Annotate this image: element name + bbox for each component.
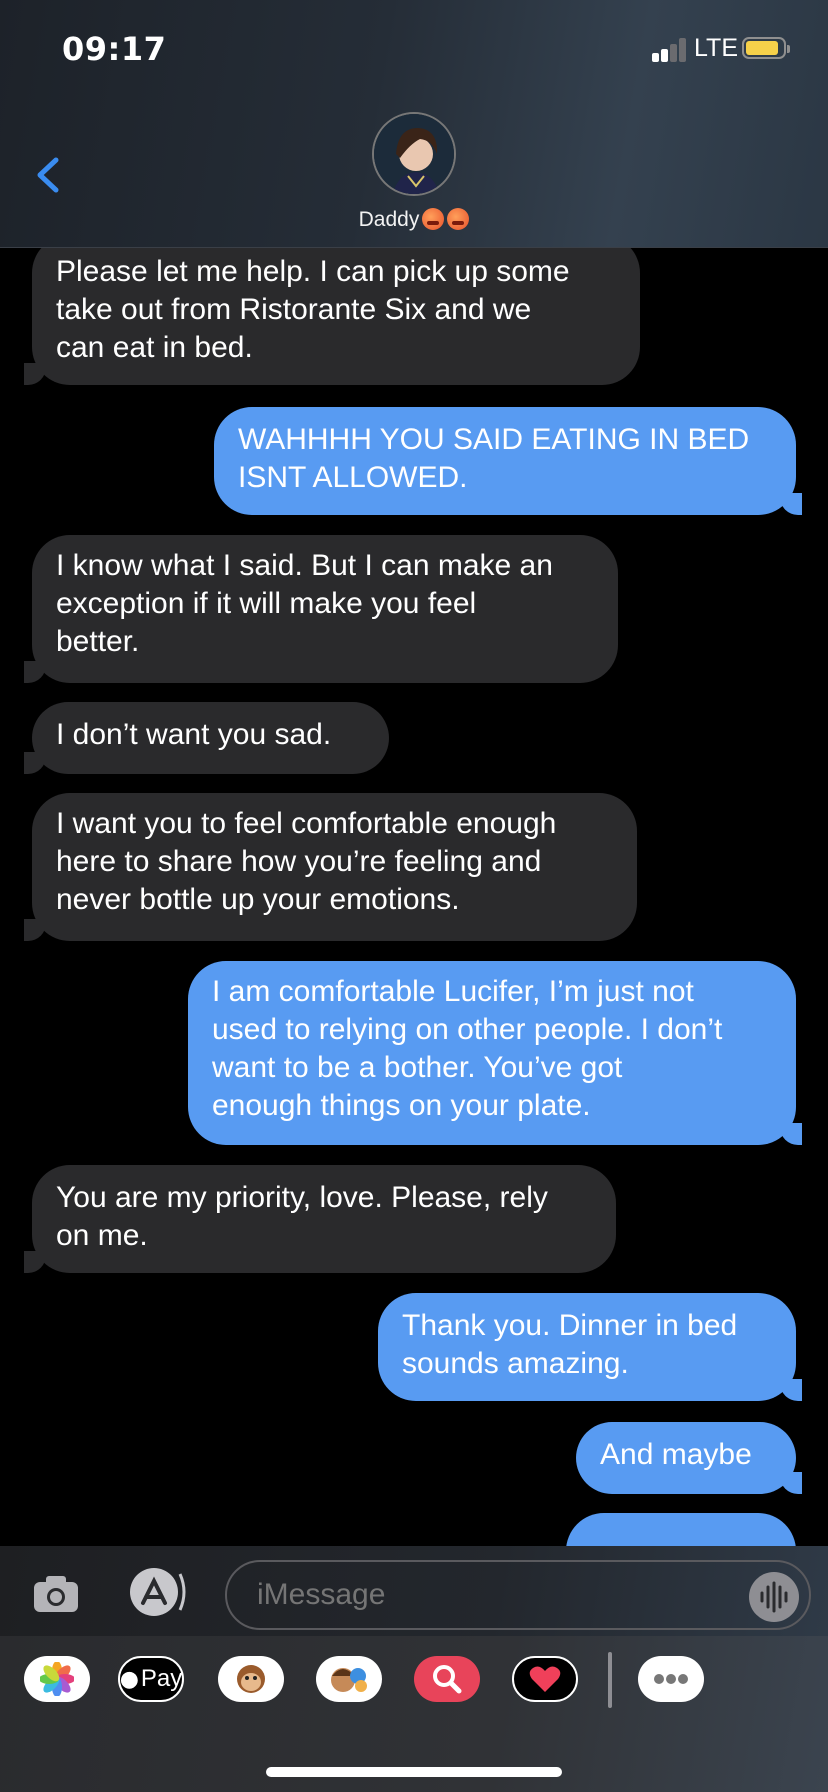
avatar-illustration xyxy=(374,114,454,194)
memoji-icon xyxy=(331,1668,367,1692)
incoming-message[interactable]: Please let me help. I can pick up some t… xyxy=(32,247,640,385)
outgoing-message[interactable]: I am comfortable Lucifer, I’m just not u… xyxy=(188,961,796,1145)
camera-icon xyxy=(34,1576,78,1612)
contact-name[interactable]: Daddy xyxy=(0,208,828,232)
images-search-button[interactable] xyxy=(414,1656,480,1702)
digital-touch-button[interactable] xyxy=(512,1656,578,1702)
bubble-tail xyxy=(780,1472,802,1494)
bubble-tail xyxy=(780,1379,802,1401)
more-apps-button[interactable] xyxy=(638,1656,704,1702)
images-search-icon xyxy=(433,1665,462,1694)
message-thread[interactable]: Please let me help. I can pick up some t… xyxy=(0,247,828,1546)
app-store-icon xyxy=(130,1568,186,1616)
home-indicator[interactable] xyxy=(266,1767,562,1777)
compose-bar xyxy=(0,1546,828,1636)
bubble-tail xyxy=(24,752,46,774)
bubble-tail xyxy=(24,363,46,385)
bubble-tail xyxy=(780,493,802,515)
more-icon xyxy=(654,1674,688,1684)
hot-face-icon xyxy=(447,208,470,230)
outgoing-message[interactable]: And maybe xyxy=(576,1422,796,1494)
incoming-message[interactable]: I want you to feel comfortable enough he… xyxy=(32,793,637,941)
bubble-tail xyxy=(24,1251,46,1273)
bubble-tail xyxy=(24,661,46,683)
signal-icon xyxy=(652,38,688,62)
hot-face-icon xyxy=(422,208,445,230)
contact-avatar[interactable] xyxy=(372,112,456,196)
audio-message-button[interactable] xyxy=(749,1572,799,1622)
incoming-message[interactable]: I know what I said. But I can make an ex… xyxy=(32,535,618,683)
animoji-button[interactable] xyxy=(218,1656,284,1702)
outgoing-emoji-message[interactable] xyxy=(566,1513,796,1546)
photos-icon xyxy=(40,1662,74,1696)
status-time: 09:17 xyxy=(62,30,167,68)
chevron-left-icon xyxy=(37,157,59,193)
apple-pay-icon: ● xyxy=(119,1666,139,1692)
incoming-message[interactable]: You are my priority, love. Please, rely … xyxy=(32,1165,616,1273)
outgoing-message[interactable]: Thank you. Dinner in bed sounds amazing. xyxy=(378,1293,796,1401)
bubble-tail xyxy=(780,1123,802,1145)
back-button[interactable] xyxy=(30,150,70,200)
waveform-icon xyxy=(760,1581,788,1613)
app-store-button[interactable] xyxy=(124,1566,190,1618)
drawer-separator xyxy=(608,1652,612,1708)
incoming-message[interactable]: I don’t want you sad. xyxy=(32,702,389,774)
conversation-header: 09:17 LTE Daddy xyxy=(0,0,828,248)
outgoing-message[interactable]: WAHHHH YOU SAID EATING IN BED ISNT ALLOW… xyxy=(214,407,796,515)
contact-name-text: Daddy xyxy=(358,208,420,231)
network-label: LTE xyxy=(694,34,738,62)
photos-app-button[interactable] xyxy=(24,1656,90,1702)
app-drawer: ● Pay xyxy=(0,1636,828,1792)
memoji-button[interactable] xyxy=(316,1656,382,1702)
digital-touch-icon xyxy=(529,1666,561,1692)
bubble-tail xyxy=(24,919,46,941)
message-input[interactable] xyxy=(225,1560,811,1630)
animoji-icon xyxy=(237,1665,265,1693)
apple-pay-label: Pay xyxy=(140,1665,183,1692)
camera-button[interactable] xyxy=(32,1574,80,1614)
apple-pay-button[interactable]: ● Pay xyxy=(118,1656,184,1702)
battery-icon xyxy=(742,37,790,59)
